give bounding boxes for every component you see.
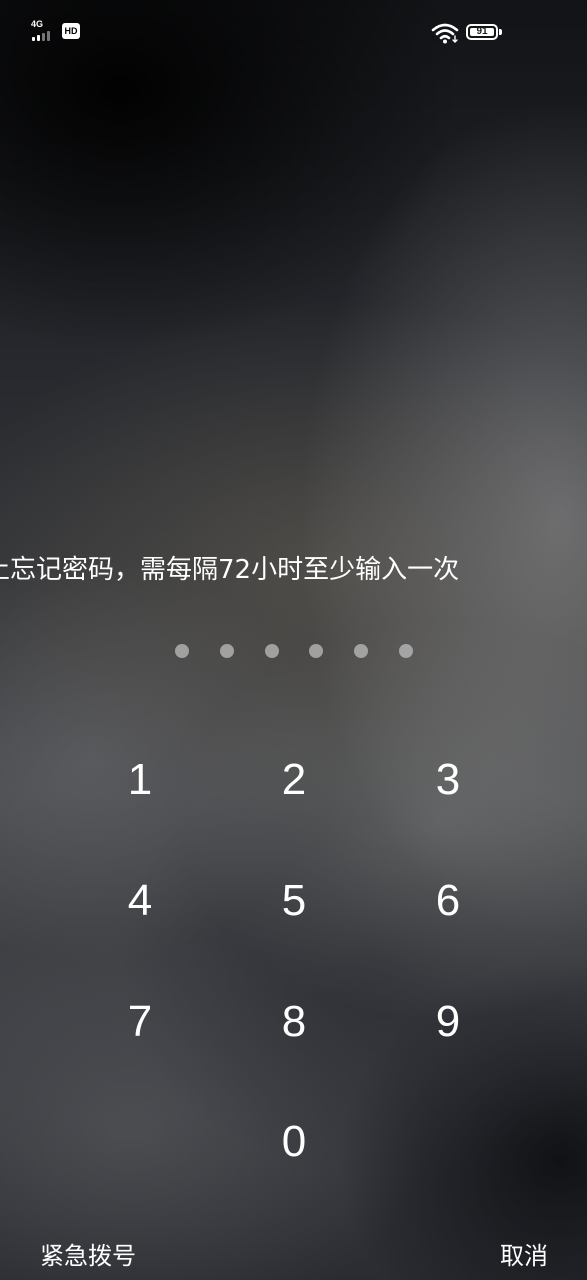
pin-dot	[264, 644, 279, 658]
key-5[interactable]: 5	[239, 851, 349, 951]
key-7[interactable]: 7	[85, 972, 195, 1072]
numeric-keypad: 123 456 7890	[0, 0, 587, 1280]
cancel-button[interactable]: 取消	[500, 1236, 548, 1276]
key-6[interactable]: 6	[393, 851, 503, 951]
signal-icon	[32, 30, 56, 41]
password-hint-text: 止忘记密码，需每隔72小时至少输入一次	[0, 550, 587, 590]
pin-dot	[354, 644, 369, 658]
signal-indicator: 4G	[31, 19, 57, 43]
pin-dot	[399, 644, 413, 658]
lock-screen: 4G HD 91 止忘记密码，需每隔72小时至少输入一次 1 2 3 4 5 6…	[0, 0, 587, 1280]
pin-indicator	[0, 644, 587, 660]
emergency-call-button[interactable]: 紧急拨号	[40, 1236, 136, 1276]
hd-icon: HD	[62, 23, 80, 39]
key-0[interactable]: 0	[239, 1092, 349, 1192]
key-4[interactable]: 4	[85, 851, 195, 951]
key-8[interactable]: 8	[239, 972, 349, 1072]
status-bar: 4G HD 91	[0, 0, 587, 60]
password-hint-label: 止忘记密码，需每隔72小时至少输入一次	[0, 555, 460, 585]
battery-icon: 91	[466, 24, 504, 42]
key-2[interactable]: 2	[239, 730, 349, 830]
battery-level-label: 91	[476, 26, 488, 37]
wifi-icon	[431, 23, 459, 44]
pin-dot	[219, 644, 234, 658]
key-3[interactable]: 3	[393, 730, 503, 830]
network-type-label: 4G	[31, 19, 44, 29]
pin-dot	[175, 644, 189, 658]
key-9[interactable]: 9	[393, 972, 503, 1072]
key-1[interactable]: 1	[85, 730, 195, 830]
pin-dot	[309, 644, 324, 658]
